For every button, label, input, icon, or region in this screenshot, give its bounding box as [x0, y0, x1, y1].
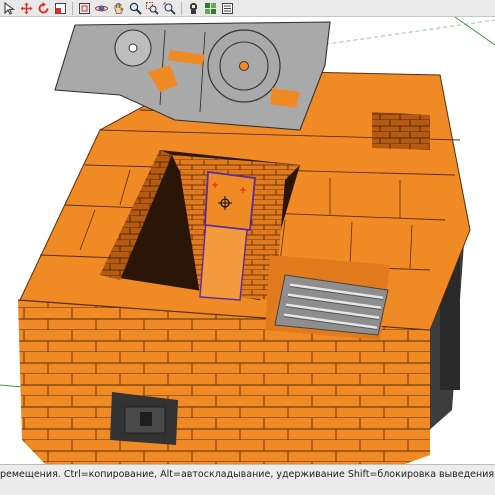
- scale-icon[interactable]: [53, 1, 68, 16]
- move-icon[interactable]: [19, 1, 34, 16]
- status-bar: ремещения. Ctrl=копирование, Alt=автоскл…: [0, 464, 495, 495]
- rotate-icon[interactable]: [36, 1, 51, 16]
- sketchup-window: ремещения. Ctrl=копирование, Alt=автоскл…: [0, 0, 495, 495]
- offset-icon[interactable]: [77, 1, 92, 16]
- walk-icon[interactable]: [186, 1, 201, 16]
- select-arrow-icon[interactable]: [2, 1, 17, 16]
- outliner-icon[interactable]: [220, 1, 235, 16]
- grate-chamber[interactable]: [265, 255, 390, 340]
- zoom-extents-icon[interactable]: [162, 1, 177, 16]
- smoke-channel[interactable]: [372, 112, 430, 150]
- zoom-icon[interactable]: [128, 1, 143, 16]
- pan-hand-icon[interactable]: [111, 1, 126, 16]
- 3d-viewport[interactable]: [0, 17, 495, 464]
- zoom-window-icon[interactable]: [145, 1, 160, 16]
- toolbar: [0, 0, 495, 17]
- toolbar-separator: [181, 1, 182, 15]
- orbit-icon[interactable]: [94, 1, 109, 16]
- components-icon[interactable]: [203, 1, 218, 16]
- ash-door[interactable]: [110, 392, 178, 445]
- toolbar-separator: [72, 1, 73, 15]
- status-text: ремещения. Ctrl=копирование, Alt=автоскл…: [0, 469, 495, 480]
- cooktop-plate[interactable]: [54, 21, 331, 131]
